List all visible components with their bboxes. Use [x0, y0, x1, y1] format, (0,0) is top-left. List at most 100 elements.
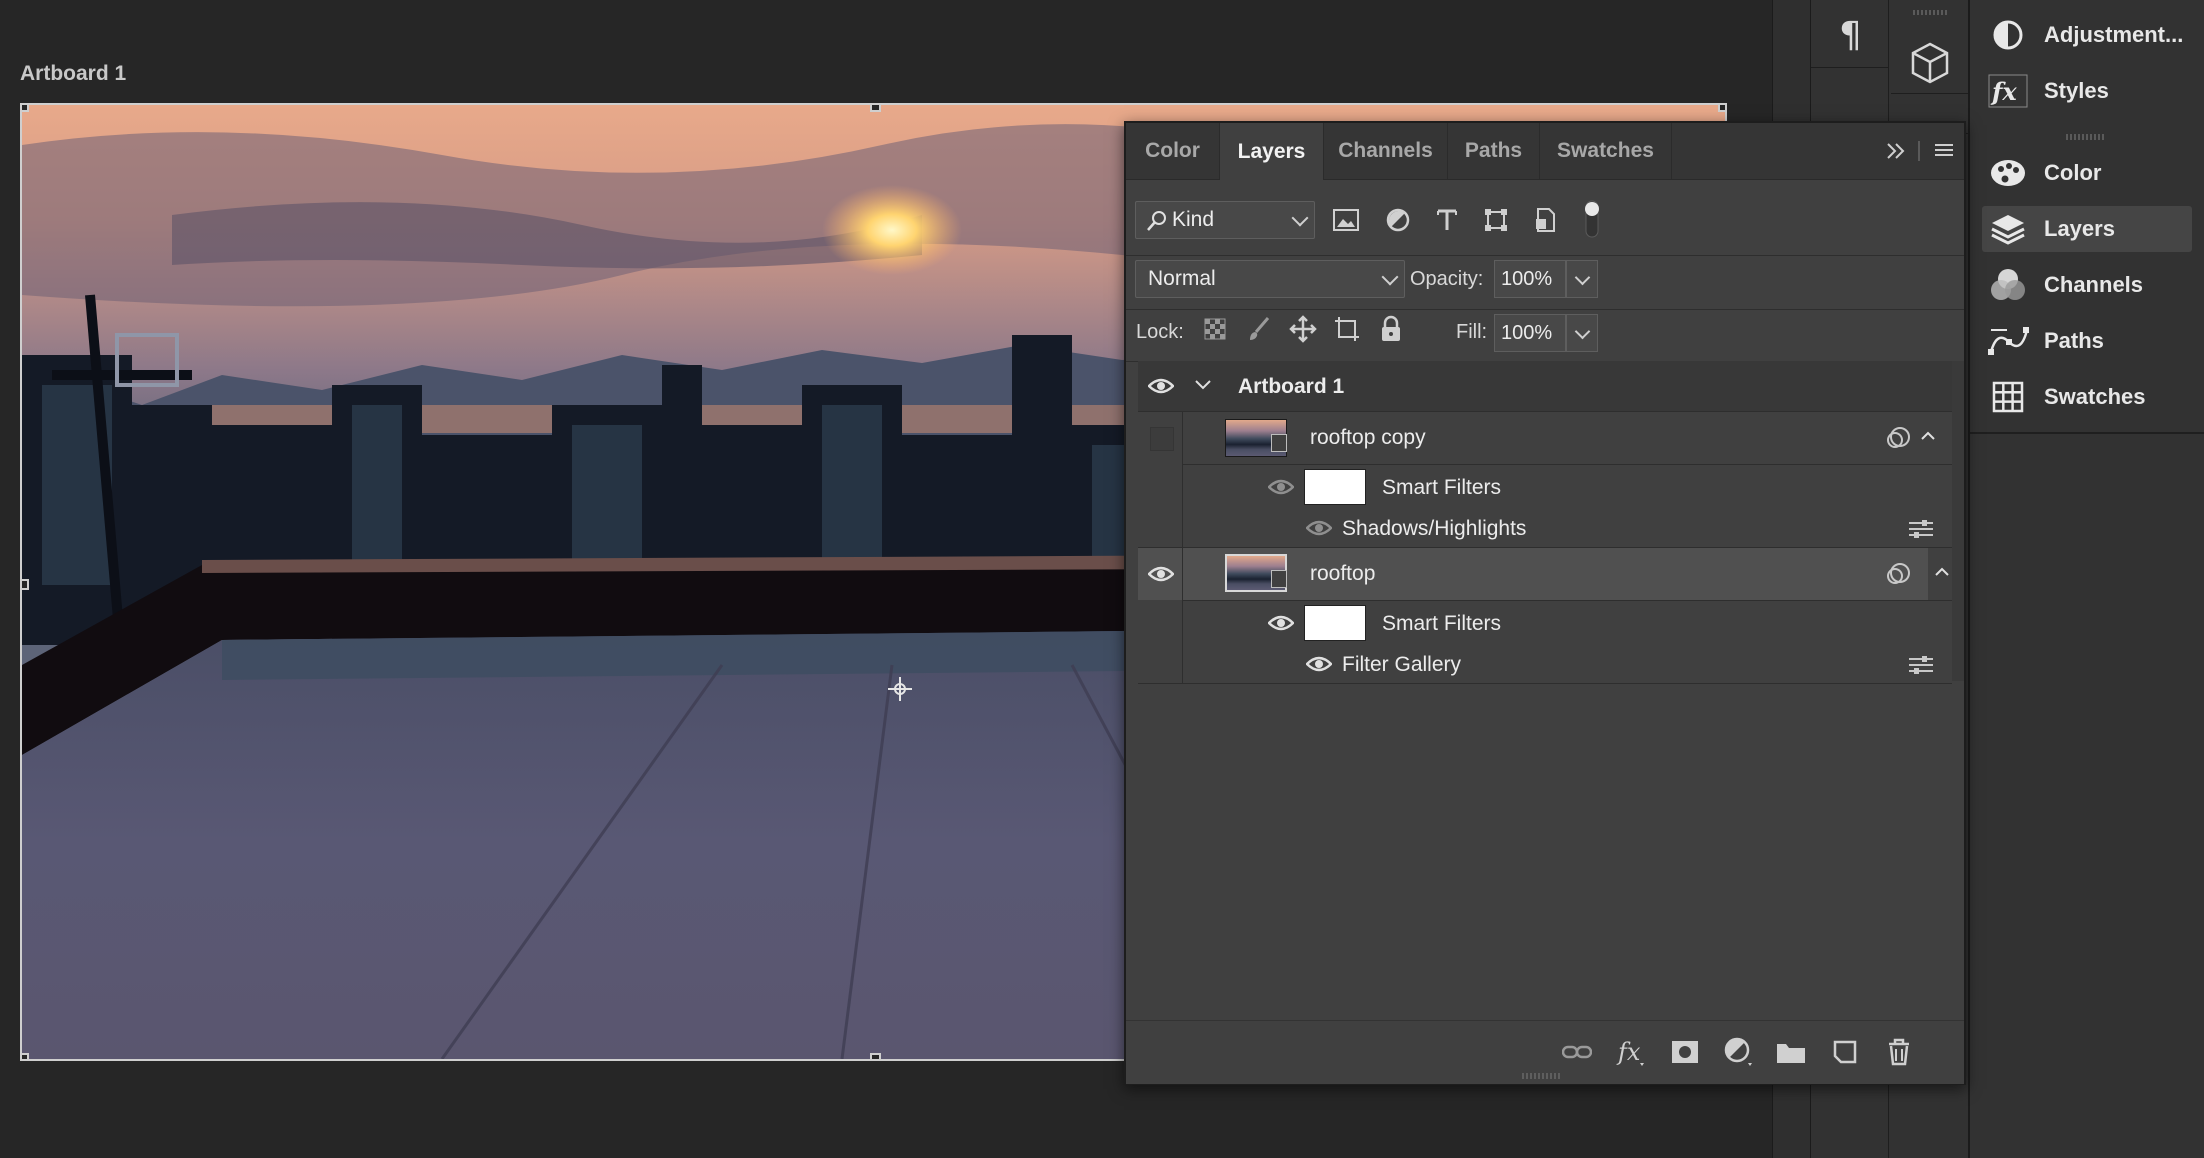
dock-item-label: Channels	[2044, 272, 2144, 297]
fill-dropdown-button[interactable]	[1566, 314, 1598, 352]
filter-row-filter-gallery[interactable]: Filter Gallery	[1138, 645, 1952, 683]
layer-name[interactable]: rooftop copy	[1310, 426, 1426, 450]
panel-dock: Adjustment... fx Styles Color Layers Cha…	[1968, 0, 2204, 1158]
layer-list-scrollbar[interactable]	[1952, 361, 1964, 681]
layer-name[interactable]: rooftop	[1310, 562, 1375, 586]
lock-transparent-pixels-icon[interactable]	[1200, 314, 1230, 344]
artboard-label[interactable]: Artboard 1	[20, 62, 126, 86]
transform-handle-bottom-left[interactable]	[22, 1053, 29, 1059]
adjustments-icon	[1986, 18, 2030, 52]
lock-all-padlock-icon[interactable]	[1376, 314, 1406, 344]
filter-kind-label: Kind	[1172, 208, 1215, 231]
filter-smart-objects-icon[interactable]	[1530, 205, 1560, 235]
layer-row-rooftop[interactable]: rooftop	[1138, 548, 1928, 600]
dock-bottom-divider	[1970, 432, 2204, 434]
panel-resize-grip[interactable]	[1522, 1073, 1562, 1079]
visibility-eye-icon[interactable]	[1268, 478, 1294, 496]
new-adjustment-layer-icon[interactable]	[1722, 1035, 1756, 1069]
dock-item-layers[interactable]: Layers	[1982, 206, 2192, 252]
smart-filters-row[interactable]: Smart Filters	[1138, 465, 1952, 509]
3d-panel-button[interactable]	[1891, 0, 1969, 94]
tab-layers[interactable]: Layers	[1220, 123, 1324, 180]
tab-swatches[interactable]: Swatches	[1540, 123, 1672, 179]
filter-type-layers-icon[interactable]	[1432, 205, 1462, 235]
transform-handle-top-right[interactable]	[1718, 105, 1725, 112]
opacity-input[interactable]: 100%	[1494, 260, 1566, 298]
layer-list[interactable]: Artboard 1 rooftop copy Smart Filters Sh…	[1138, 361, 1956, 801]
filter-mask-thumbnail[interactable]	[1304, 605, 1366, 641]
transform-handle-bottom-center[interactable]	[870, 1053, 881, 1059]
lock-artboard-nesting-icon[interactable]	[1332, 314, 1362, 344]
paths-pen-icon	[1986, 324, 2030, 358]
lock-label: Lock:	[1136, 321, 1184, 343]
new-layer-icon[interactable]	[1828, 1035, 1862, 1069]
fill-input[interactable]: 100%	[1494, 314, 1566, 352]
tab-channels[interactable]: Channels	[1324, 123, 1448, 179]
dock-item-channels[interactable]: Channels	[1982, 262, 2192, 308]
transform-handle-top-center[interactable]	[870, 105, 881, 112]
filter-pixel-layers-icon[interactable]	[1331, 205, 1361, 235]
filter-name[interactable]: Shadows/Highlights	[1342, 517, 1526, 541]
dock-item-label: Styles	[2044, 78, 2109, 103]
layer-name[interactable]: Artboard 1	[1238, 375, 1344, 399]
delete-layer-trash-icon[interactable]	[1882, 1035, 1916, 1069]
filter-row-shadows-highlights[interactable]: Shadows/Highlights	[1138, 509, 1952, 547]
panel-tab-bar: Color Layers Channels Paths Swatches	[1126, 123, 1964, 180]
opacity-dropdown-button[interactable]	[1566, 260, 1598, 298]
filter-adjustment-layers-icon[interactable]	[1383, 205, 1413, 235]
tab-paths[interactable]: Paths	[1448, 123, 1540, 179]
smart-filters-row[interactable]: Smart Filters	[1138, 601, 1952, 645]
collapse-effects-chevron-icon[interactable]	[1920, 430, 1936, 442]
layers-panel[interactable]: Color Layers Channels Paths Swatches Kin…	[1124, 121, 1966, 1085]
visibility-eye-icon[interactable]	[1148, 565, 1174, 583]
link-layers-icon[interactable]	[1560, 1035, 1594, 1069]
divider	[1126, 255, 1964, 256]
filter-toggle-switch[interactable]	[1582, 199, 1602, 239]
visibility-toggle-empty[interactable]	[1150, 427, 1174, 451]
visibility-eye-icon[interactable]	[1306, 655, 1332, 673]
dock-item-adjustments[interactable]: Adjustment...	[1982, 12, 2192, 58]
group-expand-chevron-icon[interactable]	[1194, 378, 1212, 392]
layer-row-artboard-group[interactable]: Artboard 1	[1138, 361, 1952, 411]
tab-color[interactable]: Color	[1126, 123, 1220, 179]
filter-name[interactable]: Filter Gallery	[1342, 653, 1461, 677]
smart-filters-effects-icon[interactable]	[1886, 426, 1912, 450]
dock-item-label: Color	[2044, 160, 2102, 185]
dock-group-separator[interactable]	[2066, 134, 2106, 140]
dock-item-swatches[interactable]: Swatches	[1982, 374, 2192, 420]
smart-filters-label[interactable]: Smart Filters	[1382, 476, 1501, 500]
dock-item-color[interactable]: Color	[1982, 150, 2192, 196]
dock-item-styles[interactable]: fx Styles	[1982, 68, 2192, 114]
filter-blending-options-icon[interactable]	[1908, 655, 1934, 675]
fill-label: Fill:	[1456, 321, 1488, 343]
visibility-eye-icon[interactable]	[1268, 614, 1294, 632]
blend-mode-value: Normal	[1148, 267, 1216, 290]
lock-position-move-icon[interactable]	[1288, 314, 1318, 344]
new-group-folder-icon[interactable]	[1774, 1035, 1808, 1069]
visibility-eye-icon[interactable]	[1306, 519, 1332, 537]
panel-menu-icon[interactable]	[1932, 139, 1956, 163]
expand-panel-chevron-icon[interactable]	[1884, 139, 1908, 163]
transform-handle-middle-left[interactable]	[22, 579, 29, 590]
lock-image-pixels-brush-icon[interactable]	[1244, 314, 1274, 344]
reference-point-crosshair-icon[interactable]	[888, 677, 912, 701]
smart-filters-effects-icon[interactable]	[1886, 562, 1912, 586]
collapse-effects-chevron-icon[interactable]	[1934, 566, 1950, 578]
dock-item-paths[interactable]: Paths	[1982, 318, 2192, 364]
filter-shape-layers-icon[interactable]	[1481, 205, 1511, 235]
color-palette-icon	[1986, 156, 2030, 190]
layer-filter-kind-select[interactable]: Kind	[1135, 201, 1315, 239]
smart-filters-label[interactable]: Smart Filters	[1382, 612, 1501, 636]
blend-mode-select[interactable]: Normal	[1135, 260, 1405, 298]
filter-mask-thumbnail[interactable]	[1304, 469, 1366, 505]
add-layer-style-fx-icon[interactable]: fx	[1614, 1035, 1648, 1069]
dock-item-label: Paths	[2044, 328, 2104, 353]
layer-row-rooftop-copy[interactable]: rooftop copy	[1138, 412, 1952, 464]
transform-handle-top-left[interactable]	[22, 105, 29, 112]
swatches-grid-icon	[1986, 380, 2030, 414]
paragraph-panel-button[interactable]: ¶	[1811, 0, 1889, 68]
add-layer-mask-icon[interactable]	[1668, 1035, 1702, 1069]
filter-blending-options-icon[interactable]	[1908, 519, 1934, 539]
visibility-eye-icon[interactable]	[1148, 377, 1174, 395]
divider	[1138, 683, 1952, 684]
